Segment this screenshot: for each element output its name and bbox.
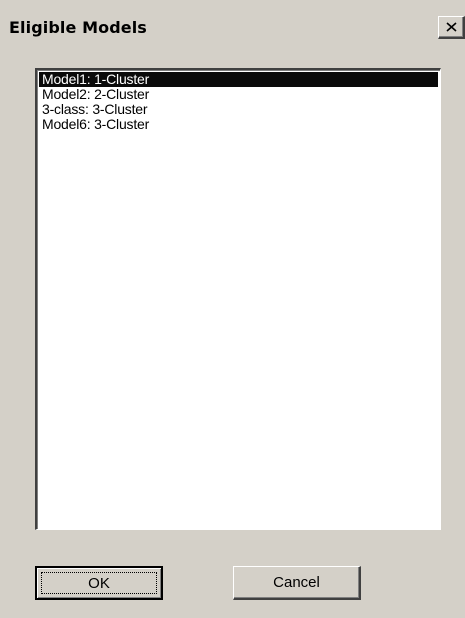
eligible-models-dialog: Eligible Models Model1: 1-Cluster Model2… [0, 0, 465, 618]
list-item[interactable]: 3-class: 3-Cluster [39, 102, 438, 117]
cancel-button[interactable]: Cancel [233, 566, 361, 600]
close-icon [445, 22, 457, 32]
list-item[interactable]: Model2: 2-Cluster [39, 87, 438, 102]
ok-button-label: OK [88, 574, 110, 592]
models-listbox[interactable]: Model1: 1-Cluster Model2: 2-Cluster 3-cl… [35, 68, 441, 530]
close-button[interactable] [438, 16, 465, 39]
list-item[interactable]: Model1: 1-Cluster [39, 72, 438, 87]
title-bar[interactable]: Eligible Models [0, 0, 465, 42]
window-title: Eligible Models [9, 18, 147, 37]
list-item[interactable]: Model6: 3-Cluster [39, 117, 438, 132]
cancel-button-label: Cancel [273, 574, 320, 591]
ok-button[interactable]: OK [35, 566, 163, 600]
